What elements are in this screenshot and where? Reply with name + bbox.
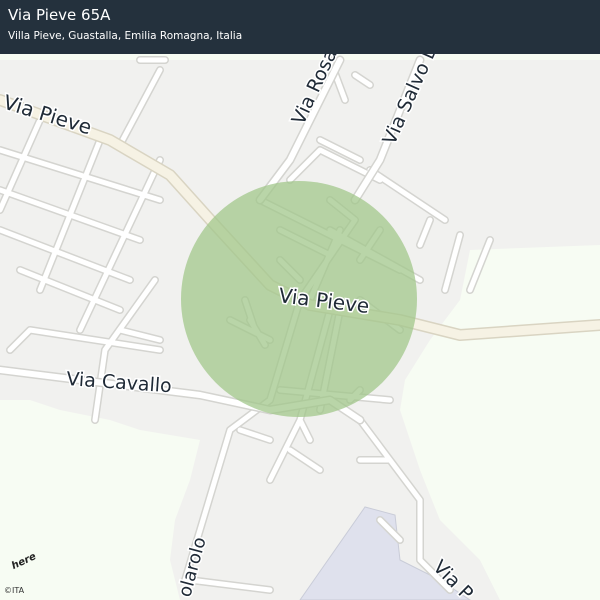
copyright-text: ©ITA: [4, 586, 25, 595]
address-subtitle: Villa Pieve, Guastalla, Emilia Romagna, …: [8, 30, 243, 42]
map-canvas[interactable]: Via Pieve Via Pieve Via Rosario Via Salv…: [0, 0, 600, 600]
address-title: Via Pieve 65A: [8, 6, 111, 24]
address-header: Via Pieve 65A Villa Pieve, Guastalla, Em…: [0, 0, 600, 54]
map-view[interactable]: Via Pieve Via Pieve Via Rosario Via Salv…: [0, 0, 600, 600]
